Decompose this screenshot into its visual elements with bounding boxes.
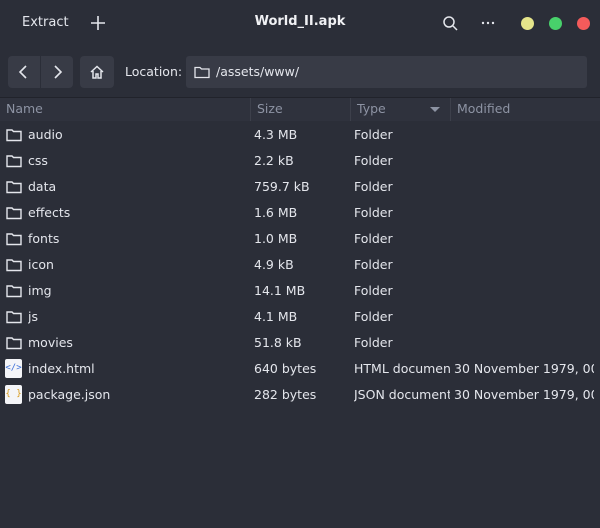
plus-icon[interactable] <box>86 11 110 35</box>
file-size: 1.0 MB <box>254 231 298 246</box>
location-field[interactable]: /assets/www/ <box>186 56 587 88</box>
file-row[interactable]: { } package.json 282 bytes JSON document 30 … <box>0 382 600 408</box>
file-type: Folder <box>354 335 393 350</box>
file-type: Folder <box>354 153 393 168</box>
file-type: Folder <box>354 257 393 272</box>
file-row[interactable]: effects 1.6 MB Folder <box>0 200 600 226</box>
file-name: data <box>28 179 57 194</box>
back-button[interactable] <box>8 56 40 88</box>
file-type: HTML document <box>354 361 450 376</box>
column-size[interactable]: Size <box>250 98 350 121</box>
folder-icon <box>5 230 23 248</box>
file-type: Folder <box>354 205 393 220</box>
folder-icon <box>5 282 23 300</box>
minimize-button[interactable] <box>521 17 534 30</box>
folder-icon <box>5 178 23 196</box>
file-type: Folder <box>354 127 393 142</box>
file-size: 282 bytes <box>254 387 317 402</box>
file-size: 640 bytes <box>254 361 317 376</box>
extract-button[interactable]: Extract <box>10 9 81 37</box>
folder-icon <box>5 308 23 326</box>
file-name: js <box>28 309 38 324</box>
window-title: World_II.apk <box>254 14 346 29</box>
file-type: JSON document <box>354 387 450 402</box>
file-name: css <box>28 153 48 168</box>
braces-glyph-icon: { } <box>5 389 22 399</box>
forward-button[interactable] <box>41 56 73 88</box>
file-list: Name Size Type Modified audio 4.3 MB Folde… <box>0 97 600 528</box>
file-size: 4.3 MB <box>254 127 298 142</box>
file-size: 1.6 MB <box>254 205 298 220</box>
file-size: 4.1 MB <box>254 309 298 324</box>
file-row[interactable]: data 759.7 kB Folder <box>0 174 600 200</box>
file-type: Folder <box>354 309 393 324</box>
file-row[interactable]: img 14.1 MB Folder <box>0 278 600 304</box>
json-file-icon: { } <box>5 385 22 404</box>
search-icon[interactable] <box>438 11 462 35</box>
column-name[interactable]: Name <box>0 98 250 121</box>
file-name: icon <box>28 257 54 272</box>
folder-icon <box>5 126 23 144</box>
file-name: effects <box>28 205 71 220</box>
folder-icon <box>5 152 23 170</box>
file-name: index.html <box>28 361 95 376</box>
file-size: 14.1 MB <box>254 283 306 298</box>
folder-icon <box>5 204 23 222</box>
file-type: Folder <box>354 179 393 194</box>
location-toolbar: Location: /assets/www/ <box>0 47 600 97</box>
file-row[interactable]: </> index.html 640 bytes HTML document 30 No… <box>0 356 600 382</box>
maximize-button[interactable] <box>549 17 562 30</box>
folder-icon <box>5 334 23 352</box>
file-row[interactable]: fonts 1.0 MB Folder <box>0 226 600 252</box>
nav-buttons <box>8 56 73 88</box>
file-size: 4.9 kB <box>254 257 294 272</box>
file-modified: 30 November 1979, 00:... <box>454 387 594 402</box>
title-bar: Extract World_II.apk <box>0 0 600 47</box>
file-size: 2.2 kB <box>254 153 294 168</box>
file-row[interactable]: icon 4.9 kB Folder <box>0 252 600 278</box>
file-row[interactable]: js 4.1 MB Folder <box>0 304 600 330</box>
file-row[interactable]: movies 51.8 kB Folder <box>0 330 600 356</box>
file-name: fonts <box>28 231 60 246</box>
file-name: movies <box>28 335 73 350</box>
sort-arrow-icon <box>430 107 440 112</box>
file-modified: 30 November 1979, 00:... <box>454 361 594 376</box>
folder-icon <box>194 65 210 79</box>
file-row[interactable]: css 2.2 kB Folder <box>0 148 600 174</box>
file-name: package.json <box>28 387 111 402</box>
file-type: Folder <box>354 283 393 298</box>
code-glyph-icon: </> <box>5 363 22 373</box>
home-button[interactable] <box>80 56 114 88</box>
more-icon[interactable] <box>476 11 500 35</box>
file-row[interactable]: audio 4.3 MB Folder <box>0 122 600 148</box>
folder-icon <box>5 256 23 274</box>
location-label: Location: <box>125 64 183 79</box>
close-button[interactable] <box>577 17 590 30</box>
html-file-icon: </> <box>5 359 22 378</box>
column-headers: Name Size Type Modified <box>0 97 600 121</box>
column-modified[interactable]: Modified <box>450 98 600 121</box>
file-name: img <box>28 283 52 298</box>
file-size: 759.7 kB <box>254 179 310 194</box>
location-path: /assets/www/ <box>216 64 300 79</box>
file-type: Folder <box>354 231 393 246</box>
file-name: audio <box>28 127 63 142</box>
file-size: 51.8 kB <box>254 335 302 350</box>
